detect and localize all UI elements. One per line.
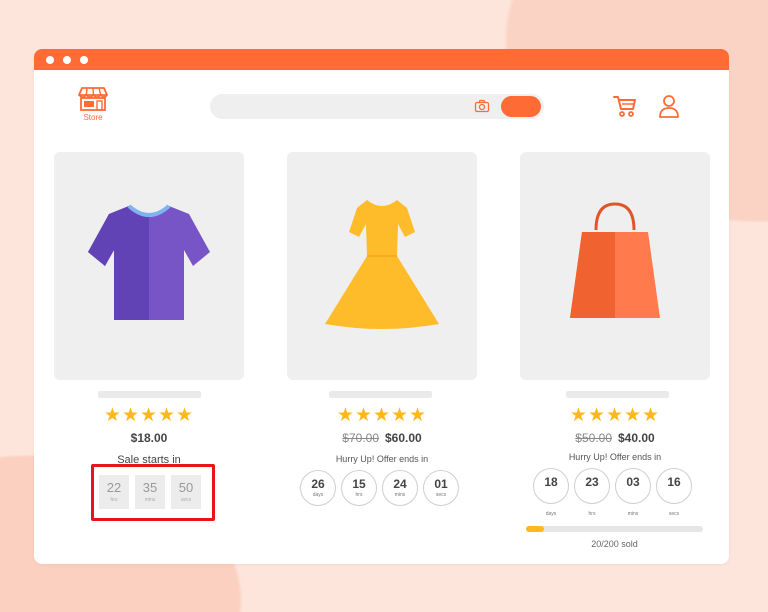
store-label: Store (83, 113, 103, 122)
countdown-circle: 26 days (300, 470, 336, 506)
countdown-value: 18 (544, 475, 558, 489)
window-dot-maximize[interactable] (80, 55, 88, 64)
sold-progress-bar (526, 526, 703, 532)
original-price: $50.00 (575, 431, 612, 445)
countdown-unit: mins (394, 492, 406, 498)
countdown-unit: mins (627, 511, 639, 517)
rating-stars: ★★★★★ (569, 405, 661, 426)
camera-icon[interactable] (474, 99, 490, 118)
dress-icon (325, 200, 439, 329)
countdown-value: 24 (393, 477, 407, 491)
offer-caption: Hurry Up! Offer ends in (568, 452, 662, 462)
countdown-unit: days (312, 492, 324, 498)
user-icon[interactable] (658, 94, 680, 123)
countdown-unit: days (545, 511, 557, 517)
countdown-value: 03 (626, 475, 640, 489)
tshirt-icon (88, 204, 210, 320)
product-title-placeholder (566, 391, 669, 398)
sold-count: 20/200 sold (591, 539, 638, 549)
countdown-value: 01 (434, 477, 448, 491)
store-logo[interactable]: Store (74, 86, 112, 122)
countdown-unit: secs (668, 511, 680, 517)
rating-stars: ★★★★★ (336, 405, 428, 426)
search-bar[interactable] (210, 94, 544, 119)
search-button[interactable] (501, 96, 541, 117)
countdown-unit: hrs (355, 492, 363, 498)
store-icon (78, 87, 108, 111)
countdown-value: 26 (311, 477, 325, 491)
sold-progress-fill (526, 526, 544, 532)
countdown-circle: 15 hrs (341, 470, 377, 506)
countdown-circle: 03 (615, 468, 651, 504)
current-price: $40.00 (618, 431, 655, 445)
countdown-unit: secs (435, 492, 447, 498)
product-title-placeholder (329, 391, 432, 398)
offer-countdown: 26 days 15 hrs 24 mins 01 secs (300, 470, 459, 506)
product-image-bag[interactable] (520, 152, 710, 380)
countdown-value: 23 (585, 475, 599, 489)
top-navigation: Store (34, 70, 729, 140)
product-price: $70.00 $60.00 (287, 431, 477, 445)
offer-countdown: 18 23 03 16 (533, 468, 692, 504)
countdown-unit: hrs (588, 511, 596, 517)
countdown-circle: 01 secs (423, 470, 459, 506)
countdown-value: 16 (667, 475, 681, 489)
product-price: $18.00 (54, 431, 244, 445)
rating-stars: ★★★★★ (103, 405, 195, 426)
window-titlebar (34, 49, 729, 70)
product-image-tshirt[interactable] (54, 152, 244, 380)
current-price: $60.00 (385, 431, 422, 445)
shopping-bag-icon (570, 202, 660, 318)
highlight-box (91, 464, 215, 521)
countdown-circle: 16 (656, 468, 692, 504)
window-dot-minimize[interactable] (63, 55, 71, 64)
countdown-circle: 24 mins (382, 470, 418, 506)
cart-icon[interactable] (613, 94, 637, 123)
countdown-circle: 18 (533, 468, 569, 504)
offer-caption: Hurry Up! Offer ends in (335, 454, 429, 464)
window-dot-close[interactable] (46, 55, 54, 64)
countdown-circle: 23 (574, 468, 610, 504)
product-price: $50.00 $40.00 (520, 431, 710, 445)
original-price: $70.00 (342, 431, 379, 445)
countdown-value: 15 (352, 477, 366, 491)
product-title-placeholder (98, 391, 201, 398)
product-image-dress[interactable] (287, 152, 477, 380)
current-price: $18.00 (130, 431, 168, 445)
